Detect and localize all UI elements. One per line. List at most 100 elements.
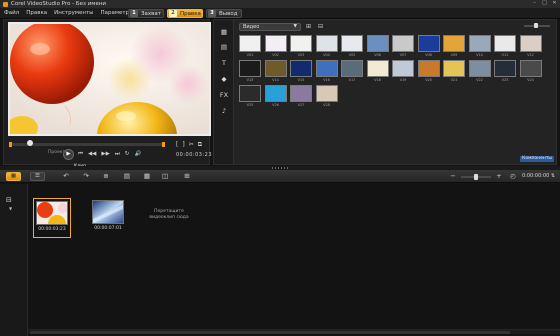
scrubber-handle[interactable] <box>27 140 33 146</box>
library-thumbnail[interactable] <box>417 35 440 52</box>
undo-icon[interactable]: ↶ <box>61 172 71 181</box>
fit-project-icon[interactable]: ◴ <box>508 172 518 181</box>
library-thumbnail-label: V02 <box>272 53 279 57</box>
mixer-icon[interactable]: ▤ <box>122 172 132 181</box>
filter-icon[interactable]: FX <box>219 91 229 100</box>
mark-out-button[interactable]: ] <box>182 141 184 149</box>
library-thumbnail-label: V04 <box>323 53 330 57</box>
library-thumbnail[interactable] <box>494 35 516 52</box>
library-thumbnail[interactable] <box>468 60 491 77</box>
library-thumbnail[interactable] <box>315 60 338 77</box>
subtitle-editor-icon[interactable]: ⊞ <box>182 172 192 181</box>
timeline-zoom-handle[interactable] <box>474 174 478 180</box>
timeline-view-button[interactable]: ☰ <box>30 172 45 181</box>
library-thumbnail[interactable] <box>264 85 287 102</box>
zoom-out-icon[interactable]: − <box>448 172 458 181</box>
library-thumbnail[interactable] <box>443 35 465 52</box>
step-capture-tab[interactable]: 1 Захват <box>128 9 164 18</box>
timeline-toolbar: ▦ ☰ ↶ ↷ ⊕ ▤ ▦ ◫ ⊞ − + ◴ 0:00:00:00 ⇅ <box>0 170 560 183</box>
clip-thumbnail <box>36 201 68 225</box>
menu-file[interactable]: Файл <box>4 10 19 16</box>
library-thumbnail[interactable] <box>341 60 363 77</box>
timeline-zoom-slider[interactable] <box>461 174 491 180</box>
sort-icon[interactable]: ⊟ <box>318 23 326 31</box>
import-media-icon[interactable]: ⊞ <box>306 23 314 31</box>
step-label: Вывод <box>219 10 238 17</box>
auto-music-icon[interactable]: ▦ <box>142 172 152 181</box>
scrollbar-thumb[interactable] <box>30 331 510 334</box>
storyboard-view-button[interactable]: ▦ <box>6 172 21 181</box>
redo-icon[interactable]: ↷ <box>81 172 91 181</box>
library-thumbnail[interactable] <box>239 35 261 52</box>
volume-icon[interactable]: 🔊 <box>134 151 141 158</box>
library-thumbnail[interactable] <box>290 35 312 52</box>
maximize-button[interactable]: □ <box>541 1 548 6</box>
thumbnail-zoom-slider[interactable] <box>524 23 550 28</box>
library-thumbnail[interactable] <box>392 60 414 77</box>
storyboard-clip[interactable]: 00:00:03:23 <box>33 198 71 238</box>
record-capture-icon[interactable]: ⊕ <box>101 172 111 181</box>
close-button[interactable]: ✕ <box>551 1 558 6</box>
previous-frame-icon[interactable]: ◀◀ <box>88 151 96 158</box>
splitter-grip-icon[interactable] <box>272 167 288 169</box>
zoom-in-icon[interactable]: + <box>494 172 504 181</box>
library-thumbnail[interactable] <box>366 35 389 52</box>
go-end-icon[interactable]: ⏭ <box>115 151 120 158</box>
library-category-dropdown[interactable]: Видео ▼ <box>239 23 301 31</box>
library-thumbnail[interactable] <box>468 35 491 52</box>
menu-tools[interactable]: Инструменты <box>54 10 93 16</box>
library-thumbnail[interactable] <box>239 60 261 77</box>
library-thumbnail[interactable] <box>392 35 414 52</box>
playback-scrubber[interactable] <box>9 140 165 147</box>
repeat-icon[interactable]: ↻ <box>125 151 130 158</box>
library-thumbnail-label: V26 <box>272 103 279 107</box>
library-category-bar: ▦ ▤ T ◆ FX ♪ <box>214 20 234 164</box>
storyboard-clip[interactable]: 00:00:07:01 <box>90 198 128 238</box>
library-thumbnail[interactable] <box>290 85 312 102</box>
transition-icon[interactable]: ▤ <box>219 43 229 52</box>
library-thumbnail[interactable] <box>519 35 542 52</box>
drop-video-hint[interactable]: Перетащите видеоклип сюда <box>147 209 191 220</box>
library-thumbnail[interactable] <box>494 60 516 77</box>
next-frame-icon[interactable]: ▶▶ <box>101 151 109 158</box>
step-number: 2 <box>169 10 177 17</box>
motion-tracking-icon[interactable]: ◫ <box>160 172 170 181</box>
video-track-icon[interactable]: ⊟ <box>6 196 12 204</box>
library-thumbnail-label: V03 <box>297 53 305 57</box>
trim-start-marker[interactable] <box>9 142 12 147</box>
menu-edit[interactable]: Правка <box>26 10 47 16</box>
library-thumbnail[interactable] <box>315 35 338 52</box>
audio-icon[interactable]: ♪ <box>219 107 229 116</box>
storyboard-scrollbar[interactable] <box>28 329 560 334</box>
step-edit-tab[interactable]: 2 Правка <box>167 9 203 18</box>
library-thumbnail[interactable] <box>417 60 440 77</box>
play-button[interactable]: ▶ <box>63 149 74 160</box>
library-thumbnail-label: V17 <box>348 78 356 82</box>
step-share-tab[interactable]: 3 Вывод <box>206 9 242 18</box>
library-thumbnail-label: V15 <box>297 78 305 82</box>
library-thumbnail[interactable] <box>341 35 363 52</box>
copy-icon[interactable]: ⧉ <box>198 141 202 149</box>
preview-window[interactable] <box>8 22 211 136</box>
library-thumbnail[interactable] <box>290 60 312 77</box>
chevron-down-icon[interactable]: ▼ <box>9 206 12 211</box>
library-thumbnail[interactable] <box>519 60 542 77</box>
clip-duration: 00:00:07:01 <box>94 226 122 231</box>
mark-in-button[interactable]: [ <box>176 141 178 149</box>
minimize-button[interactable]: – <box>531 1 538 6</box>
library-thumbnail[interactable] <box>443 60 465 77</box>
library-thumbnail[interactable] <box>315 85 338 102</box>
components-link[interactable]: Компоненты <box>520 156 554 162</box>
media-icon[interactable]: ▦ <box>219 28 229 37</box>
graphic-icon[interactable]: ◆ <box>219 75 229 84</box>
library-thumbnail[interactable] <box>239 85 261 102</box>
timecode-display[interactable]: 00:00:03:23 <box>176 152 212 158</box>
zoom-slider-handle[interactable] <box>534 23 538 28</box>
library-thumbnail[interactable] <box>264 60 287 77</box>
go-start-icon[interactable]: ⏮ <box>78 151 83 158</box>
library-thumbnail[interactable] <box>264 35 287 52</box>
library-thumbnail[interactable] <box>366 60 389 77</box>
title-icon[interactable]: T <box>219 59 229 68</box>
split-clip-icon[interactable]: ✂ <box>189 141 194 149</box>
trim-end-marker[interactable] <box>162 142 165 147</box>
